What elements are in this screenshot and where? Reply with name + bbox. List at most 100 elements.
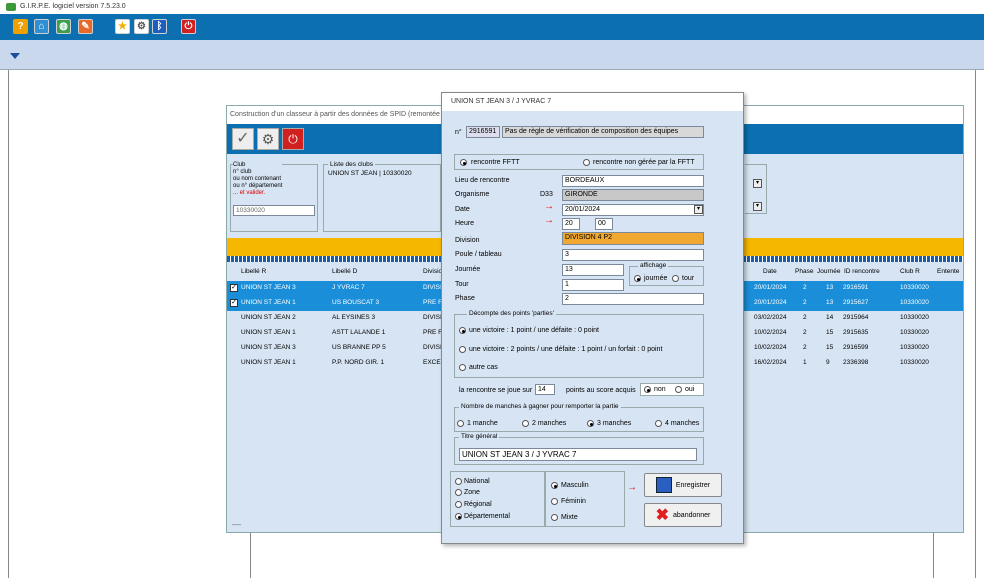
date-input[interactable]: 20/01/2024 xyxy=(562,204,704,216)
affichage-label: affichage xyxy=(638,262,669,269)
poule-input[interactable]: 3 xyxy=(562,249,704,261)
col-libelle-r[interactable]: Libellé R xyxy=(241,268,266,275)
row-id: 2916591 xyxy=(843,284,869,291)
radio-zone[interactable] xyxy=(455,489,462,496)
row-journee: 14 xyxy=(826,314,834,321)
edit-icon[interactable]: ✎ xyxy=(78,19,93,34)
col-date[interactable]: Date xyxy=(763,268,777,275)
row-club: 10330020 xyxy=(900,359,929,366)
row-club: 10330020 xyxy=(900,299,929,306)
main-toolbar: ? ⌂ ◍ ✎ ★ ⚙ ᛒ ⏻ xyxy=(0,14,984,40)
secondary-toolbar xyxy=(0,40,984,70)
radio-acquis-oui[interactable] xyxy=(675,386,682,393)
radio-national[interactable] xyxy=(455,478,462,485)
manche-4-label: 4 manches xyxy=(665,420,700,427)
decompte-fieldset: Décompte des points 'parties' une victoi… xyxy=(454,310,704,378)
type-fieldset: rencontre FFTT rencontre non gérée par l… xyxy=(454,154,704,170)
cancel-label: abandonner xyxy=(673,511,711,519)
club-input[interactable]: 10330020 xyxy=(233,205,315,216)
radio-masculin[interactable] xyxy=(551,482,558,489)
red-x-icon: ✖ xyxy=(655,507,670,524)
power-icon[interactable]: ⏻ xyxy=(282,128,304,150)
help-icon[interactable]: ? xyxy=(13,19,28,34)
points-acquis-label: points au score acquis xyxy=(566,387,636,394)
row-journee: 13 xyxy=(826,299,834,306)
radio-mixte[interactable] xyxy=(551,514,558,521)
radio-manche-2[interactable] xyxy=(522,420,529,427)
division-field[interactable]: DIVISION 4 P2 xyxy=(562,232,704,245)
power-icon[interactable]: ⏻ xyxy=(181,19,196,34)
row-checkbox[interactable]: ✓ xyxy=(230,284,238,292)
radio-manche-1[interactable] xyxy=(457,420,464,427)
row-libelle-d: J YVRAC 7 xyxy=(332,284,365,291)
heure-hour-input[interactable]: 20 xyxy=(562,218,580,230)
col-division[interactable]: Divisio xyxy=(423,268,442,275)
save-button[interactable]: Enregistrer xyxy=(644,473,722,497)
radio-decompte-2[interactable] xyxy=(459,346,466,353)
row-libelle-r: UNION ST JEAN 3 xyxy=(241,344,296,351)
titre-input[interactable]: UNION ST JEAN 3 / J YVRAC 7 xyxy=(459,448,697,461)
joue-sur-input[interactable]: 14 xyxy=(535,384,555,395)
radio-departemental[interactable] xyxy=(455,513,462,520)
division-label: Division xyxy=(455,237,480,244)
arrow-right-icon: → xyxy=(627,482,637,493)
app-title: G.I.R.P.E. logiciel version 7.5.23.0 xyxy=(20,3,126,10)
row-checkbox[interactable]: ✓ xyxy=(230,299,238,307)
decompte-label: Décompte des points 'parties' xyxy=(467,310,556,317)
globe-icon[interactable]: ◍ xyxy=(56,19,71,34)
col-libelle-d[interactable]: Libellé D xyxy=(332,268,357,275)
radio-manche-4[interactable] xyxy=(655,420,662,427)
genre-fieldset: Masculin Féminin Mixte xyxy=(545,471,625,527)
row-journee: 9 xyxy=(826,359,830,366)
col-entente[interactable]: Entente xyxy=(937,268,959,275)
date-label: Date xyxy=(455,206,470,213)
lieu-input[interactable]: BORDEAUX xyxy=(562,175,704,187)
rencontre-fftt-label: rencontre FFTT xyxy=(471,159,520,166)
row-date: 10/02/2024 xyxy=(754,329,787,336)
row-libelle-d: P.P. NORD GIR. 1 xyxy=(332,359,385,366)
settings-icon[interactable]: ⚙ xyxy=(134,19,149,34)
filter-dropdown-2[interactable]: ▾ xyxy=(753,202,762,211)
heure-minute-input[interactable]: 00 xyxy=(595,218,613,230)
tour-input[interactable]: 1 xyxy=(562,279,624,291)
radio-non-geree[interactable] xyxy=(583,159,590,166)
affichage-fieldset: affichage journée tour xyxy=(629,262,704,286)
validate-icon[interactable]: ✓ xyxy=(232,128,254,150)
radio-rencontre-fftt[interactable] xyxy=(460,159,467,166)
radio-regional[interactable] xyxy=(455,501,462,508)
row-id: 2915964 xyxy=(843,314,869,321)
row-date: 10/02/2024 xyxy=(754,344,787,351)
col-phase[interactable]: Phase xyxy=(795,268,813,275)
cancel-button[interactable]: ✖ abandonner xyxy=(644,503,722,527)
phase-label: Phase xyxy=(455,295,475,302)
radio-feminin[interactable] xyxy=(551,498,558,505)
row-date: 20/01/2024 xyxy=(754,284,787,291)
phase-input[interactable]: 2 xyxy=(562,293,704,305)
star-icon[interactable]: ★ xyxy=(115,19,130,34)
home-icon[interactable]: ⌂ xyxy=(34,19,49,34)
col-journee[interactable]: Journée xyxy=(817,268,841,275)
chevron-down-icon[interactable] xyxy=(10,53,20,59)
radio-acquis-non[interactable] xyxy=(644,386,651,393)
radio-decompte-autre[interactable] xyxy=(459,364,466,371)
acquis-oui-label: oui xyxy=(685,386,695,393)
radio-affichage-journee[interactable] xyxy=(634,275,641,282)
settings-icon[interactable]: ⚙ xyxy=(257,128,279,150)
date-dropdown[interactable]: ▾ xyxy=(694,205,703,214)
filter-dropdown-1[interactable]: ▾ xyxy=(753,179,762,188)
club-list-item[interactable]: UNION ST JEAN | 10330020 xyxy=(328,170,412,177)
radio-decompte-1[interactable] xyxy=(459,327,466,334)
radio-affichage-tour[interactable] xyxy=(672,275,679,282)
col-id-rencontre[interactable]: ID rencontre xyxy=(844,268,880,275)
row-libelle-r: UNION ST JEAN 1 xyxy=(241,359,296,366)
acquis-fieldset: non oui xyxy=(640,383,704,396)
journee-input[interactable]: 13 xyxy=(562,264,624,276)
manche-1-label: 1 manche xyxy=(467,420,498,427)
bluetooth-icon[interactable]: ᛒ xyxy=(152,19,167,34)
radio-manche-3[interactable] xyxy=(587,420,594,427)
col-club-r[interactable]: Club R xyxy=(900,268,920,275)
row-phase: 2 xyxy=(803,344,807,351)
row-phase: 2 xyxy=(803,314,807,321)
row-libelle-r: UNION ST JEAN 3 xyxy=(241,284,296,291)
club-dept-label: ou n° département xyxy=(233,183,283,189)
